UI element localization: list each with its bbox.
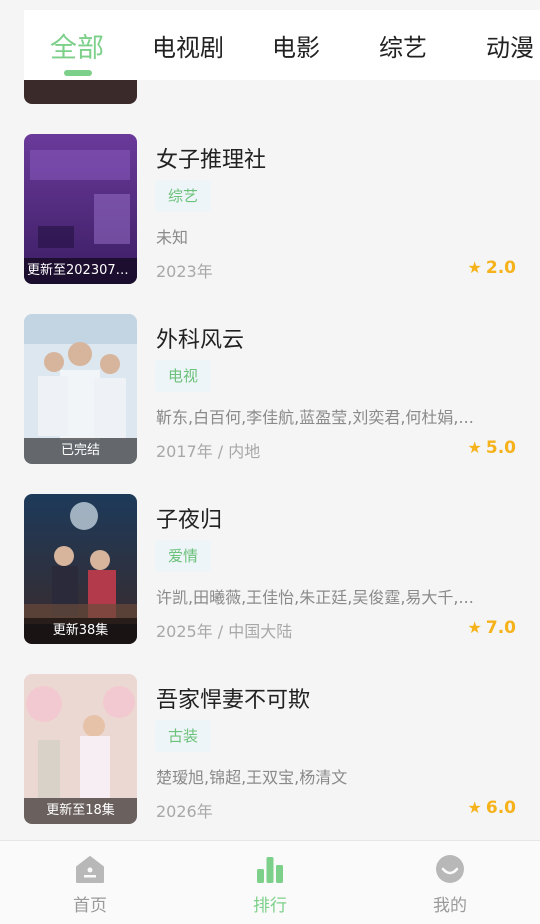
- rating-value: 2.0: [485, 258, 516, 278]
- cast-list: 楚瑷旭,锦超,王双宝,杨清文: [156, 768, 348, 787]
- poster-thumbnail[interactable]: 更新38集: [24, 494, 137, 644]
- genre-tag: 电视: [155, 360, 212, 392]
- poster-status: 更新至2023071...: [24, 258, 137, 284]
- cast-list: 未知: [156, 228, 189, 247]
- tab-movies[interactable]: 电影: [272, 28, 320, 63]
- list-item[interactable]: 更新38集 子夜归 爱情 许凯,田曦薇,王佳怡,朱正廷,吴俊霆,易大千,... …: [0, 494, 540, 644]
- poster-thumbnail[interactable]: 更新至2023071...: [24, 134, 137, 284]
- tab-all[interactable]: 全部: [50, 26, 104, 65]
- nav-profile-label: 我的: [433, 896, 467, 916]
- home-icon: [76, 856, 104, 883]
- partial-poster[interactable]: [24, 80, 137, 104]
- item-title[interactable]: 吾家悍妻不可欺: [156, 682, 310, 714]
- genre-tag: 爱情: [155, 540, 212, 572]
- star-icon: ★: [467, 618, 482, 637]
- rating: ★ 2.0: [468, 258, 516, 278]
- list-item[interactable]: 更新至2023071... 女子推理社 综艺 未知 2023年 ★ 2.0: [0, 134, 540, 284]
- year-region: 2026年: [156, 802, 213, 821]
- nav-home-label: 首页: [73, 896, 107, 916]
- genre-tag: 古装: [155, 720, 212, 752]
- poster-status: 已完结: [24, 438, 137, 464]
- tab-anime[interactable]: 动漫: [486, 28, 534, 63]
- poster-thumbnail[interactable]: 更新至18集: [24, 674, 137, 824]
- category-tabs: 全部 电视剧 电影 综艺 动漫: [24, 10, 540, 80]
- tab-tv-series[interactable]: 电视剧: [152, 28, 224, 63]
- list-item[interactable]: 已完结 外科风云 电视 靳东,白百何,李佳航,蓝盈莹,刘奕君,何杜娟,... 2…: [0, 314, 540, 464]
- nav-ranking[interactable]: 排行: [180, 841, 360, 924]
- cast-list: 许凯,田曦薇,王佳怡,朱正廷,吴俊霆,易大千,...: [156, 588, 474, 607]
- bottom-navigation: 首页 排行 我的: [0, 840, 540, 924]
- year-region: 2017年 / 内地: [156, 442, 261, 461]
- nav-profile[interactable]: 我的: [360, 841, 540, 924]
- item-title[interactable]: 女子推理社: [156, 142, 266, 174]
- rating: ★ 5.0: [468, 438, 516, 458]
- active-tab-indicator: [64, 70, 92, 76]
- nav-ranking-label: 排行: [253, 896, 287, 916]
- rating-value: 6.0: [485, 798, 516, 818]
- genre-tag: 综艺: [155, 180, 212, 212]
- star-icon: ★: [467, 258, 482, 277]
- item-title[interactable]: 外科风云: [156, 322, 244, 354]
- rating: ★ 7.0: [468, 618, 516, 638]
- rating-value: 7.0: [485, 618, 516, 638]
- tab-variety[interactable]: 综艺: [379, 28, 427, 63]
- year-region: 2025年 / 中国大陆: [156, 622, 293, 641]
- list-item[interactable]: 更新至18集 吾家悍妻不可欺 古装 楚瑷旭,锦超,王双宝,杨清文 2026年 ★…: [0, 674, 540, 824]
- ranking-list[interactable]: 更新至2023071... 女子推理社 综艺 未知 2023年 ★ 2.0 已完结…: [0, 80, 540, 840]
- star-icon: ★: [467, 798, 482, 817]
- profile-icon: [436, 855, 464, 883]
- nav-home[interactable]: 首页: [0, 841, 180, 924]
- rating: ★ 6.0: [468, 798, 516, 818]
- item-title[interactable]: 子夜归: [156, 502, 222, 534]
- rating-value: 5.0: [485, 438, 516, 458]
- year-region: 2023年: [156, 262, 213, 281]
- ranking-icon: [257, 857, 283, 883]
- cast-list: 靳东,白百何,李佳航,蓝盈莹,刘奕君,何杜娟,...: [156, 408, 474, 427]
- poster-status: 更新至18集: [24, 798, 137, 824]
- poster-thumbnail[interactable]: 已完结: [24, 314, 137, 464]
- poster-status: 更新38集: [24, 618, 137, 644]
- star-icon: ★: [467, 438, 482, 457]
